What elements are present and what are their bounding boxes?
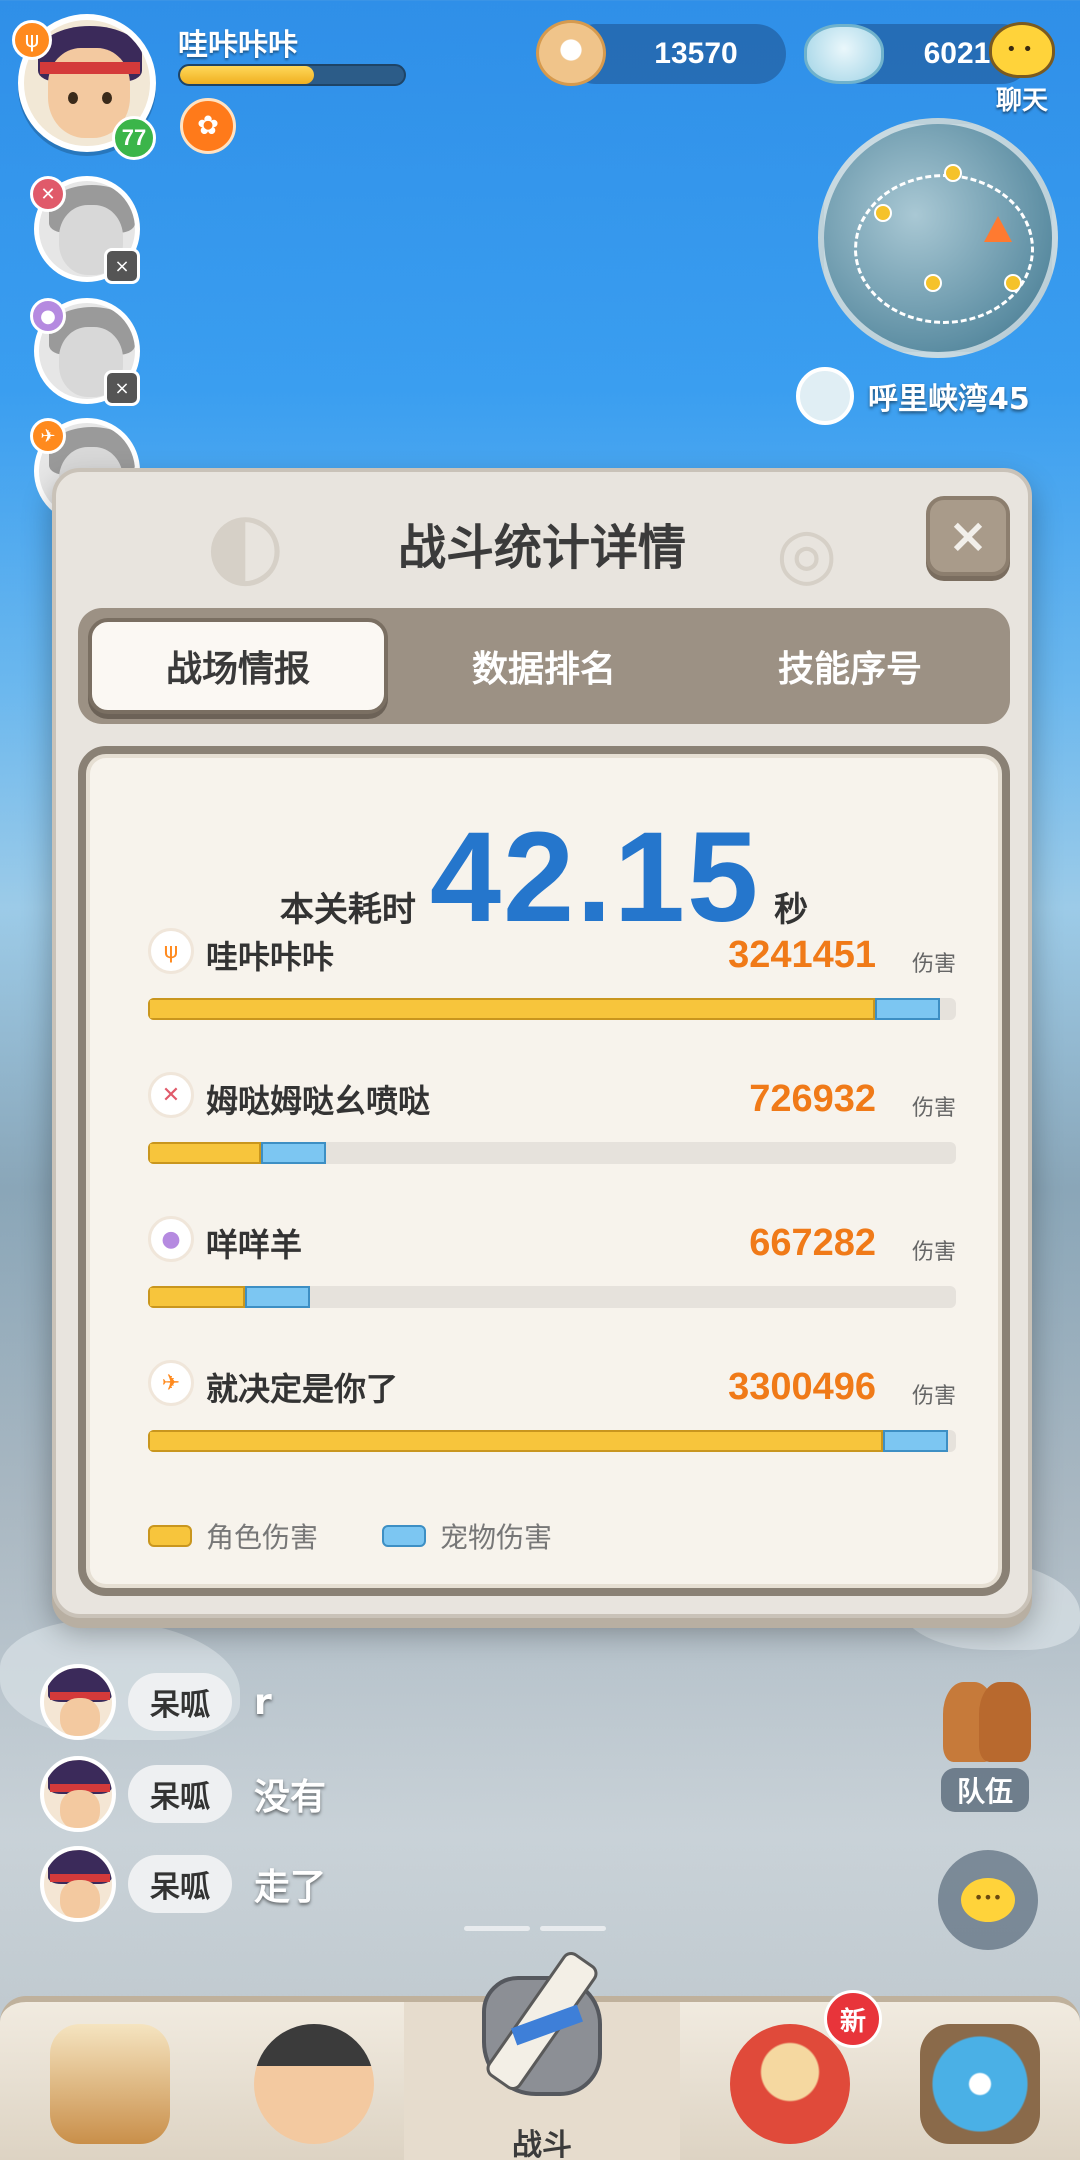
level-badge: 77 bbox=[112, 116, 156, 160]
chat-message: 呆呱 r bbox=[40, 1664, 272, 1740]
purple-orb-icon: ● bbox=[148, 1216, 194, 1262]
paw-icon[interactable]: ✿ bbox=[180, 98, 236, 154]
damage-value: 3241451 bbox=[728, 934, 876, 976]
portal-icon bbox=[920, 2024, 1040, 2144]
pet-damage-legend-label: 宠物伤害 bbox=[440, 1521, 553, 1554]
role-damage-segment bbox=[148, 1430, 884, 1452]
nav-beast-tab[interactable] bbox=[10, 2002, 210, 2160]
tab-battlefield-intel[interactable]: 战场情报 bbox=[88, 618, 388, 714]
chat-bubble-icon: ••• bbox=[961, 1878, 1015, 1922]
damage-bar bbox=[148, 1142, 956, 1164]
pet-icon bbox=[730, 2024, 850, 2144]
chat-label: 聊天 bbox=[995, 86, 1048, 116]
minimap[interactable] bbox=[818, 118, 1058, 358]
pet-damage-segment bbox=[261, 1142, 326, 1164]
chat-sender[interactable]: 呆呱 bbox=[128, 1673, 232, 1731]
modal-title: 战斗统计详情 bbox=[397, 520, 686, 576]
damage-unit: 伤害 bbox=[911, 1096, 956, 1121]
avatar[interactable] bbox=[40, 1846, 116, 1922]
battle-tab-label: 战斗 bbox=[512, 2128, 572, 2160]
hp-bar bbox=[178, 64, 406, 86]
fire-element-icon: ψ bbox=[12, 20, 52, 60]
damage-legend: 角色伤害 宠物伤害 bbox=[148, 1516, 602, 1556]
role-damage-segment bbox=[148, 1142, 262, 1164]
chat-sender[interactable]: 呆呱 bbox=[128, 1765, 232, 1823]
avatar[interactable] bbox=[40, 1664, 116, 1740]
chat-message: 呆呱 走了 bbox=[40, 1846, 326, 1922]
location-name: 呼里峡湾45 bbox=[868, 382, 1030, 417]
player-name: 哇咔咔咔 bbox=[206, 938, 335, 976]
role-damage-swatch bbox=[148, 1525, 192, 1547]
location-indicator[interactable]: 呼里峡湾45 bbox=[796, 366, 1030, 426]
battle-stats-modal: ◐ ◎ 战斗统计详情 × 战场情报 数据排名 技能序号 本关耗时 42.15 秒 ψ… bbox=[52, 468, 1032, 1618]
role-damage-legend-label: 角色伤害 bbox=[206, 1521, 319, 1554]
shell-currency-value: 13570 bbox=[654, 37, 738, 70]
damage-unit: 伤害 bbox=[911, 952, 956, 977]
avatar[interactable] bbox=[40, 1756, 116, 1832]
chat-button[interactable]: 聊天 bbox=[970, 22, 1074, 122]
stats-tabbar: 战场情报 数据排名 技能序号 bbox=[78, 608, 1010, 724]
page-indicator bbox=[464, 1926, 606, 1931]
offline-status-icon: × bbox=[104, 370, 140, 406]
character-icon bbox=[254, 2024, 374, 2144]
hp-fill bbox=[180, 66, 315, 84]
pearl-shell-icon bbox=[536, 20, 606, 86]
damage-unit: 伤害 bbox=[911, 1384, 956, 1409]
team-icon bbox=[935, 1668, 1035, 1768]
chat-sender[interactable]: 呆呱 bbox=[128, 1855, 232, 1913]
damage-value: 667282 bbox=[749, 1222, 876, 1264]
player-location-marker bbox=[984, 216, 1012, 242]
chat-message: 呆呱 没有 bbox=[40, 1756, 326, 1832]
quick-chat-button[interactable]: ••• bbox=[938, 1850, 1038, 1950]
chat-text: r bbox=[254, 1681, 272, 1723]
tab-skill-order[interactable]: 技能序号 bbox=[700, 618, 1000, 714]
offline-status-icon: × bbox=[104, 248, 140, 284]
pet-damage-segment bbox=[875, 998, 940, 1020]
pet-damage-swatch bbox=[382, 1525, 427, 1547]
role-damage-segment bbox=[148, 1286, 245, 1308]
pet-damage-segment bbox=[883, 1430, 948, 1452]
team-label: 队伍 bbox=[940, 1768, 1029, 1812]
role-damage-segment bbox=[148, 998, 876, 1020]
damage-bar bbox=[148, 1430, 956, 1452]
clear-time-unit: 秒 bbox=[774, 890, 809, 930]
damage-value: 726932 bbox=[749, 1078, 876, 1120]
damage-bar bbox=[148, 1286, 956, 1308]
damage-row: ψ 哇咔咔咔 3241451 伤害 bbox=[148, 928, 956, 1028]
chat-text: 走了 bbox=[254, 1867, 327, 1908]
player-name: 就决定是你了 bbox=[206, 1370, 399, 1408]
team-button[interactable]: 队伍 bbox=[930, 1668, 1040, 1812]
clear-time-label: 本关耗时 bbox=[279, 890, 416, 930]
pet-damage-segment bbox=[244, 1286, 310, 1308]
fire-element-icon: ψ bbox=[148, 928, 194, 974]
bird-element-icon: ✈ bbox=[30, 418, 66, 454]
nav-portal-tab[interactable] bbox=[880, 2002, 1080, 2160]
purple-orb-icon: ● bbox=[30, 298, 66, 334]
beast-icon bbox=[50, 2024, 170, 2144]
damage-row: ✈ 就决定是你了 3300496 伤害 bbox=[148, 1360, 956, 1460]
damage-bar bbox=[148, 998, 956, 1020]
crystal-shell-icon bbox=[804, 24, 884, 84]
demon-element-icon: ✕ bbox=[30, 176, 66, 212]
damage-value: 3300496 bbox=[728, 1366, 876, 1408]
location-shell-icon bbox=[796, 367, 854, 425]
nav-character-tab[interactable] bbox=[214, 2002, 414, 2160]
bird-element-icon: ✈ bbox=[148, 1360, 194, 1406]
tab-data-ranking[interactable]: 数据排名 bbox=[394, 618, 694, 714]
battle-sword-icon bbox=[462, 1936, 622, 2116]
demon-element-icon: ✕ bbox=[148, 1072, 194, 1118]
player-name: 姆哒姆哒幺喷哒 bbox=[206, 1082, 431, 1120]
player-name: 哇咔咔咔 bbox=[178, 28, 298, 63]
new-badge: 新 bbox=[824, 1990, 882, 2048]
close-icon: × bbox=[947, 508, 989, 564]
damage-row: ✕ 姆哒姆哒幺喷哒 726932 伤害 bbox=[148, 1072, 956, 1172]
damage-unit: 伤害 bbox=[911, 1240, 956, 1265]
chat-text: 没有 bbox=[254, 1777, 327, 1818]
stats-panel: 本关耗时 42.15 秒 ψ 哇咔咔咔 3241451 伤害 ✕ 姆哒姆哒幺喷哒 7… bbox=[78, 746, 1010, 1596]
damage-row: ● 咩咩羊 667282 伤害 bbox=[148, 1216, 956, 1316]
chat-bubble-icon bbox=[989, 22, 1055, 78]
close-button[interactable]: × bbox=[926, 496, 1010, 576]
player-name: 咩咩羊 bbox=[206, 1226, 303, 1264]
